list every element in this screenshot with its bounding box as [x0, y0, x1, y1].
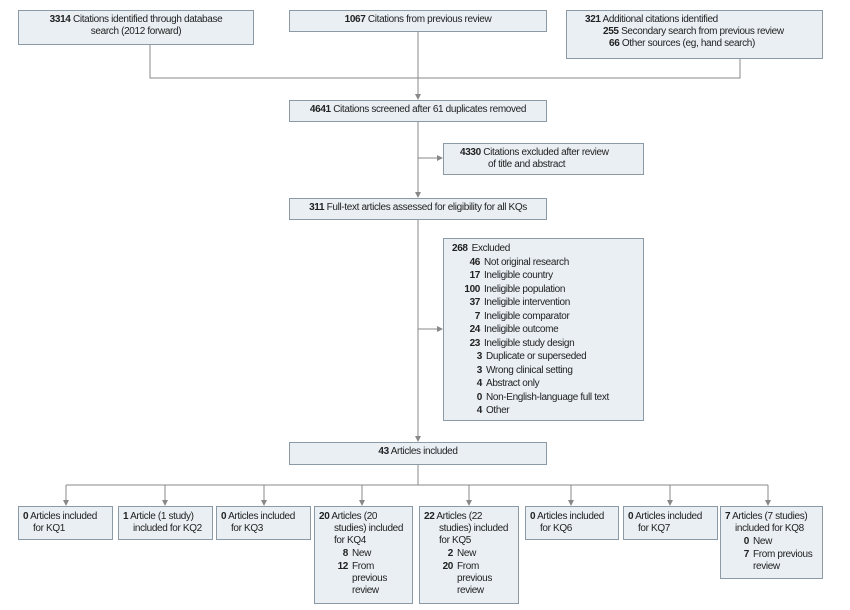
kq4-box: 20 Articles (20 studies) included for KQ4 8… — [314, 506, 413, 604]
exclusion-reason: 37 Ineligible intervention — [469, 297, 571, 308]
exclusion-reason: 46 Not original research — [469, 256, 570, 268]
kq6-box: 0 Articles included for KQ6 — [525, 506, 619, 540]
kq-sub-item: 2 New — [447, 548, 477, 559]
exclusion-reason: 23 Ineligible study design — [469, 337, 575, 349]
exclusion-reason: 17 Ineligible country — [469, 270, 554, 281]
kq1-box: 0 Articles included for KQ1 — [18, 506, 113, 540]
kq-sub-item: 20 From previous review — [442, 561, 493, 596]
kq7-box: 0 Articles included for KQ7 — [623, 506, 718, 540]
exclusion-reasons-list: 46 Not original research 17 Ineligible coun… — [452, 256, 638, 418]
exclusion-reason: 3 Wrong clinical setting — [476, 364, 573, 376]
source-previous-review-box: 1067 Citations from previous review — [289, 10, 547, 32]
exclusion-reason: 24 Ineligible outcome — [469, 324, 559, 335]
kq5-box: 22 Articles (22 studies) included for KQ5 2… — [419, 506, 519, 604]
exclusion-reason: 0 Non-English-language full text — [476, 391, 609, 403]
fulltext-assessed-box: 311 Full-text articles assessed for elig… — [289, 198, 547, 220]
source-database-box: 3314 Citations identified through databa… — [18, 10, 254, 45]
kq-sub-item: 12 From previous review — [337, 561, 388, 596]
source-additional-box: 321 Additional citations identified 255 … — [566, 10, 823, 59]
kq8-box: 7 Articles (7 studies) included for KQ8 0 N… — [720, 506, 823, 579]
kq-sub-item: 7 From previous review — [743, 549, 813, 572]
exclusion-reason: 7 Ineligible comparator — [474, 310, 570, 322]
exclusion-reason: 4 Abstract only — [476, 378, 540, 389]
excluded-title-abstract-box: 4330 Citations excluded after review of … — [443, 143, 644, 175]
exclusion-reason: 4 Other — [476, 405, 510, 416]
kq-sub-item: 8 New — [342, 548, 372, 559]
kq2-box: 1 Article (1 study) included for KQ2 — [118, 506, 213, 540]
exclusion-reason: 3 Duplicate or superseded — [476, 351, 587, 362]
prisma-flow-diagram: 3314 Citations identified through databa… — [0, 0, 850, 610]
excluded-fulltext-box: 268 Excluded 46 Not original research 17 Ine… — [443, 238, 644, 421]
kq3-box: 0 Articles included for KQ3 — [216, 506, 311, 540]
articles-included-box: 43 Articles included — [289, 442, 547, 465]
kq-sub-item: 0 New — [743, 536, 773, 547]
screened-box: 4641 Citations screened after 61 duplica… — [289, 100, 547, 122]
exclusion-reason: 100 Ineligible population — [464, 283, 566, 295]
